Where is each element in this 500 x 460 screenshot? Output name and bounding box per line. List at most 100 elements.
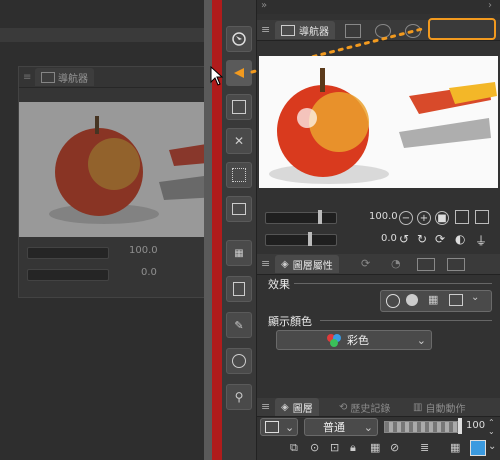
history-icon: ⟲	[339, 401, 348, 413]
opacity-stepper[interactable]: ⌃ ⌄	[488, 418, 495, 436]
flip-vertical-icon[interactable]: ⏚	[475, 232, 487, 249]
navigator-icon	[232, 32, 246, 46]
reference-icon[interactable]: ⊙	[310, 441, 319, 454]
menu-icon: ≡	[23, 71, 32, 83]
ghost-zoom-slider	[27, 247, 109, 259]
layer-blend-row: ⌄ 普通 ⌄ 100 ⌃ ⌄	[260, 418, 500, 438]
active-color-icon[interactable]	[470, 440, 486, 456]
material-tab-icon[interactable]	[447, 258, 465, 271]
display-color-divider	[320, 320, 492, 321]
collapse-icon[interactable]: »	[261, 0, 267, 11]
rotate-right-icon[interactable]: ↻	[417, 232, 427, 246]
grid-small-icon: ▦	[234, 247, 244, 259]
toolbar-button-6[interactable]	[226, 276, 252, 302]
tab-layer-properties-label: 圖層屬性	[292, 260, 333, 272]
document-icon	[233, 282, 245, 296]
layer-props-icon: ◈	[281, 258, 289, 270]
tab-layer-label: 圖層	[292, 403, 313, 415]
ghost-apple-image	[49, 116, 219, 224]
image-tab-icon[interactable]	[417, 258, 435, 271]
toolbar-button-7[interactable]: ✎	[226, 312, 252, 338]
tab-history[interactable]: ⟲ 歷史記錄	[333, 398, 396, 416]
workspace-header-strip	[0, 28, 213, 42]
menu-icon[interactable]: ≡	[261, 257, 270, 270]
rotate-left-icon[interactable]: ↺	[399, 232, 409, 246]
toolbar-button-4[interactable]	[226, 196, 252, 222]
layer-color-icon[interactable]	[449, 294, 463, 306]
navigator-controls: 100.0 − + ■ 0.0 ↺ ↻ ⟳ ◐ ⏚	[259, 188, 500, 254]
toolbar-button-5[interactable]: ▦	[226, 240, 252, 266]
opacity-slider[interactable]	[384, 421, 462, 433]
person-icon: ⚲	[234, 390, 244, 404]
fit-window-icon[interactable]	[455, 210, 469, 224]
brush-tab-icon[interactable]: ◔	[391, 257, 401, 270]
edit-icon: ✎	[234, 318, 244, 332]
fit-icon[interactable]: ■	[435, 211, 449, 225]
grid-icon	[232, 168, 246, 182]
cross-icon: ✕	[233, 134, 245, 148]
draft-icon[interactable]: ⊡	[330, 441, 339, 454]
props-tab-bar: ≡ ◈ 圖層屬性 ⟳ ◔	[257, 254, 500, 275]
refresh-icon[interactable]: ⟳	[435, 232, 445, 246]
tab-layer-properties[interactable]: ◈ 圖層屬性	[275, 255, 339, 273]
zoom-slider-knob[interactable]	[318, 210, 322, 224]
pointer-icon	[234, 68, 244, 78]
navigator-icon	[41, 71, 55, 83]
ghost-zoom-value: 100.0	[129, 245, 158, 256]
chevron-down-icon[interactable]: ⌄	[488, 441, 496, 452]
effect-divider	[294, 283, 492, 284]
layer-tab-bar: ≡ ◈ 圖層 ⟲ 歷史記錄 ▥ 自動動作	[257, 398, 500, 417]
chevron-down-icon: ⌄	[363, 420, 373, 434]
ghost-angle-value: 0.0	[141, 267, 157, 278]
tab-auto-action[interactable]: ▥ 自動動作	[407, 398, 471, 416]
tone-icon[interactable]: ▦	[428, 293, 438, 306]
lock-icon[interactable]: 🔒︎	[350, 441, 356, 455]
ghost-navigator-label: 導航器	[58, 73, 88, 85]
apple-painting	[269, 68, 497, 184]
angle-slider-knob[interactable]	[308, 232, 312, 246]
flip-horizontal-icon[interactable]: ◐	[455, 232, 465, 246]
mask-icon[interactable]: ⊘	[390, 441, 399, 454]
transparency-icon[interactable]: ▦	[370, 441, 380, 454]
actual-size-icon[interactable]	[475, 210, 489, 224]
angle-value: 0.0	[381, 233, 397, 244]
chevron-down-icon: ⌄	[416, 333, 426, 347]
clip-icon[interactable]: ⧉	[290, 441, 298, 455]
zoom-out-icon[interactable]: −	[399, 211, 413, 225]
display-color-value: 彩色	[347, 334, 369, 347]
shape-icon	[232, 354, 246, 368]
layer-tools-row: ⧉ ⊙ ⊡ 🔒︎ ▦ ⊘ ≣ ▦ ⌄	[290, 440, 500, 458]
toolbar-button-1[interactable]	[226, 94, 252, 120]
layer-color-select[interactable]: ⌄	[260, 418, 298, 436]
toolbar-button-3[interactable]	[226, 162, 252, 188]
list-icon[interactable]: ≣	[420, 441, 429, 454]
toolbar-button-8[interactable]	[226, 348, 252, 374]
navigator-preview[interactable]	[259, 56, 498, 188]
display-color-label: 顯示顏色	[268, 315, 312, 328]
tab-history-label: 歷史記錄	[350, 403, 391, 415]
opacity-slider-knob[interactable]	[458, 418, 462, 434]
blend-mode-select[interactable]: 普通 ⌄	[304, 418, 378, 436]
sub-tool-tab-icon[interactable]: ⟳	[361, 257, 370, 270]
ghost-navigator-controls: 100.0 0.0	[19, 237, 219, 297]
toolbar-button-9[interactable]: ⚲	[226, 384, 252, 410]
zoom-slider[interactable]	[265, 210, 337, 224]
chevron-down-icon[interactable]: ⌄	[471, 292, 479, 303]
grid-toggle-icon[interactable]: ▦	[450, 441, 460, 454]
color-wheel-icon	[327, 334, 341, 347]
zoom-in-icon[interactable]: +	[417, 211, 431, 225]
frame-icon	[232, 100, 246, 114]
expand-icon[interactable]: ›	[488, 0, 492, 11]
display-color-select[interactable]: 彩色 ⌄	[276, 330, 432, 350]
extract-line-icon[interactable]	[406, 294, 418, 306]
toolbar-button-2[interactable]: ✕	[226, 128, 252, 154]
effect-buttons: ▦ ⌄	[380, 290, 492, 312]
tab-layer[interactable]: ◈ 圖層	[275, 398, 319, 416]
auto-action-icon: ▥	[413, 401, 423, 413]
layer-color-swatch-icon	[265, 421, 279, 433]
menu-icon[interactable]: ≡	[261, 400, 270, 413]
ghost-navigator-panel: ≡ 導航器 100.0 0.0	[18, 66, 220, 298]
angle-slider[interactable]	[265, 232, 337, 246]
border-effect-icon[interactable]	[386, 294, 400, 308]
top-strip: » ›	[257, 0, 500, 14]
